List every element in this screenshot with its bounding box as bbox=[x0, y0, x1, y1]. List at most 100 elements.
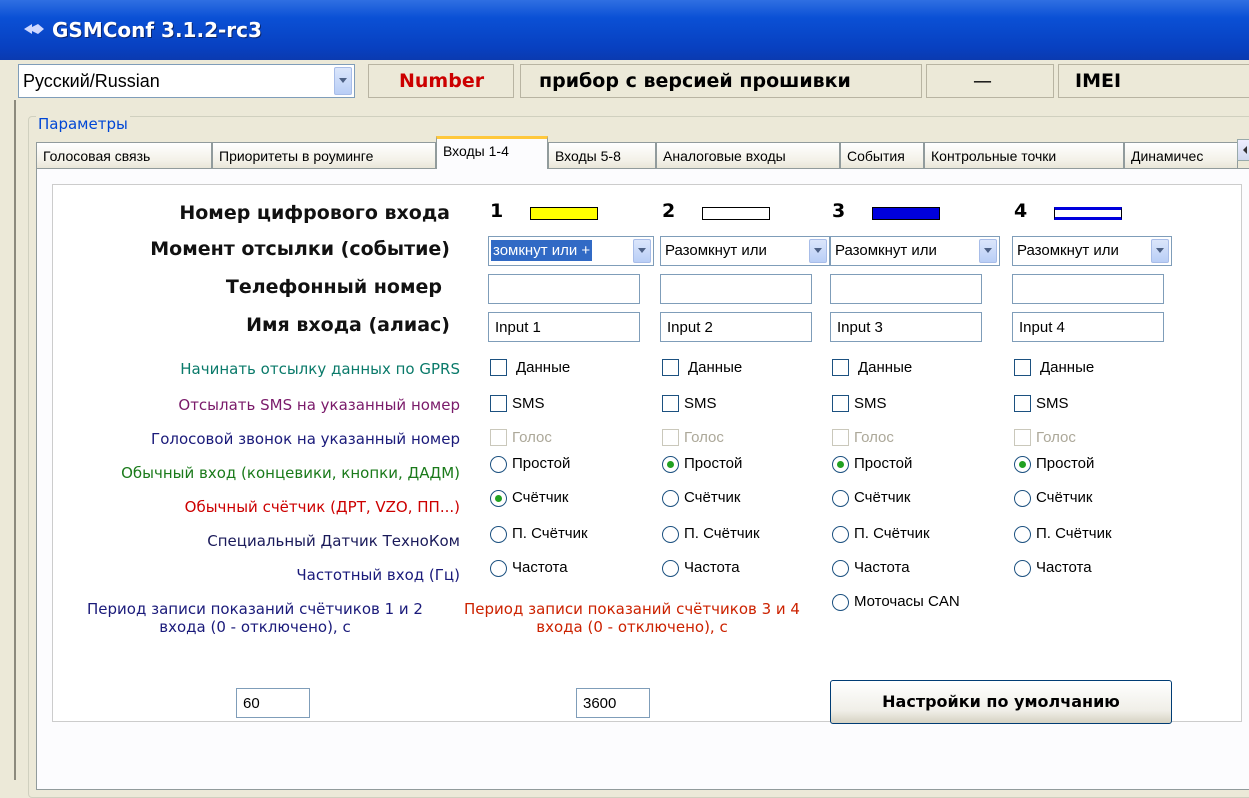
input-mode-radio[interactable] bbox=[490, 456, 507, 473]
tab-label: Голосовая связь bbox=[43, 148, 151, 164]
input-mode-label: П. Счётчик bbox=[512, 525, 588, 542]
input-alias-field[interactable]: Input 1 bbox=[488, 312, 640, 342]
input-mode-radio[interactable] bbox=[490, 560, 507, 577]
input-mode-radio[interactable] bbox=[832, 456, 849, 473]
send-moment-select[interactable]: Разомкнут или bbox=[660, 236, 830, 266]
input-mode-radio[interactable] bbox=[662, 490, 679, 507]
frequency-label: Частотный вход (Гц) bbox=[296, 566, 460, 584]
input-mode-radio[interactable] bbox=[832, 490, 849, 507]
phone-number-input[interactable] bbox=[830, 274, 982, 304]
input-color-swatch bbox=[530, 207, 598, 220]
chevron-down-icon[interactable] bbox=[1151, 239, 1169, 263]
sms-checkbox[interactable] bbox=[1014, 395, 1031, 412]
tab-analog-inputs[interactable]: Аналоговые входы bbox=[656, 142, 840, 168]
input-mode-label: Простой bbox=[684, 455, 743, 472]
input-mode-radio[interactable] bbox=[1014, 490, 1031, 507]
input-mode-radio[interactable] bbox=[832, 594, 849, 611]
sms-checkbox[interactable] bbox=[832, 395, 849, 412]
tab-label: Контрольные точки bbox=[931, 148, 1057, 164]
send-moment-select[interactable]: Разомкнут или bbox=[830, 236, 1000, 266]
imei-header: IMEI bbox=[1058, 64, 1249, 98]
voice-label: Голосовой звонок на указанный номер bbox=[151, 430, 460, 448]
send-moment-label: Момент отсылки (событие) bbox=[150, 238, 450, 260]
tab-events[interactable]: События bbox=[840, 142, 924, 168]
sms-checkbox-label: SMS bbox=[854, 395, 887, 412]
input-mode-radio[interactable] bbox=[1014, 526, 1031, 543]
input-color-swatch bbox=[872, 207, 940, 220]
input-mode-radio[interactable] bbox=[662, 456, 679, 473]
period-12-input[interactable]: 60 bbox=[236, 688, 310, 718]
gprs-data-checkbox[interactable] bbox=[1014, 359, 1031, 376]
voice-checkbox bbox=[832, 429, 849, 446]
input-alias-field[interactable]: Input 4 bbox=[1012, 312, 1164, 342]
voice-checkbox-label: Голос bbox=[1036, 429, 1076, 446]
phone-number-input[interactable] bbox=[1012, 274, 1164, 304]
input-alias-value: Input 4 bbox=[1019, 319, 1065, 336]
period-34-input[interactable]: 3600 bbox=[576, 688, 650, 718]
phone-number-input[interactable] bbox=[488, 274, 640, 304]
period-34-line2: входа (0 - отключено), с bbox=[536, 618, 728, 636]
chevron-left-icon bbox=[1243, 146, 1247, 154]
input-mode-radio[interactable] bbox=[832, 560, 849, 577]
input-mode-label: Счётчик bbox=[512, 489, 569, 506]
send-moment-value: Разомкнут или bbox=[835, 242, 937, 259]
period-12-line2: входа (0 - отключено), с bbox=[159, 618, 351, 636]
input-mode-label: П. Счётчик bbox=[854, 525, 930, 542]
input-mode-radio[interactable] bbox=[490, 490, 507, 507]
input-mode-label: П. Счётчик bbox=[684, 525, 760, 542]
default-settings-button[interactable]: Настройки по умолчанию bbox=[830, 680, 1172, 724]
counter-label: Обычный счётчик (ДРТ, VZO, ПП...) bbox=[184, 498, 460, 516]
chevron-down-icon[interactable] bbox=[633, 239, 651, 263]
input-mode-label: Частота bbox=[512, 559, 568, 576]
input-color-swatch bbox=[1054, 207, 1122, 220]
input-alias-field[interactable]: Input 2 bbox=[660, 312, 812, 342]
tab-label: События bbox=[847, 148, 905, 164]
special-sensor-label: Специальный Датчик ТехноКом bbox=[207, 532, 460, 550]
tab-inputs-1-4[interactable]: Входы 1-4 bbox=[436, 136, 548, 169]
input-mode-label: Простой bbox=[512, 455, 571, 472]
tab-voice[interactable]: Голосовая связь bbox=[36, 142, 212, 168]
tab-inputs-5-8[interactable]: Входы 5-8 bbox=[548, 142, 656, 168]
input-number: 4 bbox=[1014, 200, 1028, 222]
tab-roaming-priorities[interactable]: Приоритеты в роуминге bbox=[212, 142, 436, 168]
chevron-down-icon[interactable] bbox=[979, 239, 997, 263]
phone-number-label: Телефонный номер bbox=[225, 276, 442, 298]
send-moment-value: зомкнут или + bbox=[491, 240, 593, 261]
tab-checkpoints[interactable]: Контрольные точки bbox=[924, 142, 1124, 168]
sms-checkbox[interactable] bbox=[662, 395, 679, 412]
input-alias-value: Input 3 bbox=[837, 319, 883, 336]
input-mode-radio[interactable] bbox=[1014, 456, 1031, 473]
gprs-data-checkbox[interactable] bbox=[832, 359, 849, 376]
send-moment-select[interactable]: зомкнут или + bbox=[488, 236, 654, 266]
language-select[interactable]: Русский/Russian bbox=[18, 64, 355, 98]
phone-number-input[interactable] bbox=[660, 274, 812, 304]
tab-dynamic[interactable]: Динамичес bbox=[1124, 142, 1238, 168]
input-mode-label: Простой bbox=[854, 455, 913, 472]
input-mode-label: Частота bbox=[854, 559, 910, 576]
period-12-label: Период записи показаний счётчиков 1 и 2 … bbox=[60, 600, 450, 636]
input-mode-radio[interactable] bbox=[1014, 560, 1031, 577]
input-alias-value: Input 2 bbox=[667, 319, 713, 336]
tab-label: Динамичес bbox=[1131, 148, 1204, 164]
digital-input-number-label: Номер цифрового входа bbox=[179, 202, 450, 224]
input-alias-field[interactable]: Input 3 bbox=[830, 312, 982, 342]
period-12-line1: Период записи показаний счётчиков 1 и 2 bbox=[87, 600, 423, 618]
gprs-data-checkbox[interactable] bbox=[662, 359, 679, 376]
input-mode-radio[interactable] bbox=[662, 526, 679, 543]
input-mode-label: Счётчик bbox=[1036, 489, 1093, 506]
label-column: Номер цифрового входа Момент отсылки (со… bbox=[0, 200, 460, 760]
sms-checkbox[interactable] bbox=[490, 395, 507, 412]
gprs-label: Начинать отсылку данных по GPRS bbox=[180, 360, 460, 378]
input-mode-radio[interactable] bbox=[490, 526, 507, 543]
input-mode-radio[interactable] bbox=[662, 560, 679, 577]
chevron-down-icon[interactable] bbox=[809, 239, 827, 263]
send-moment-select[interactable]: Разомкнут или bbox=[1012, 236, 1172, 266]
input-mode-radio[interactable] bbox=[832, 526, 849, 543]
number-header: Number bbox=[368, 64, 514, 98]
gprs-data-checkbox[interactable] bbox=[490, 359, 507, 376]
input-number: 1 bbox=[490, 200, 504, 222]
tab-scroll-left-button[interactable] bbox=[1237, 139, 1249, 161]
chevron-down-icon[interactable] bbox=[334, 67, 352, 95]
period-34-line1: Период записи показаний счётчиков 3 и 4 bbox=[464, 600, 800, 618]
firmware-value: — bbox=[973, 70, 992, 92]
